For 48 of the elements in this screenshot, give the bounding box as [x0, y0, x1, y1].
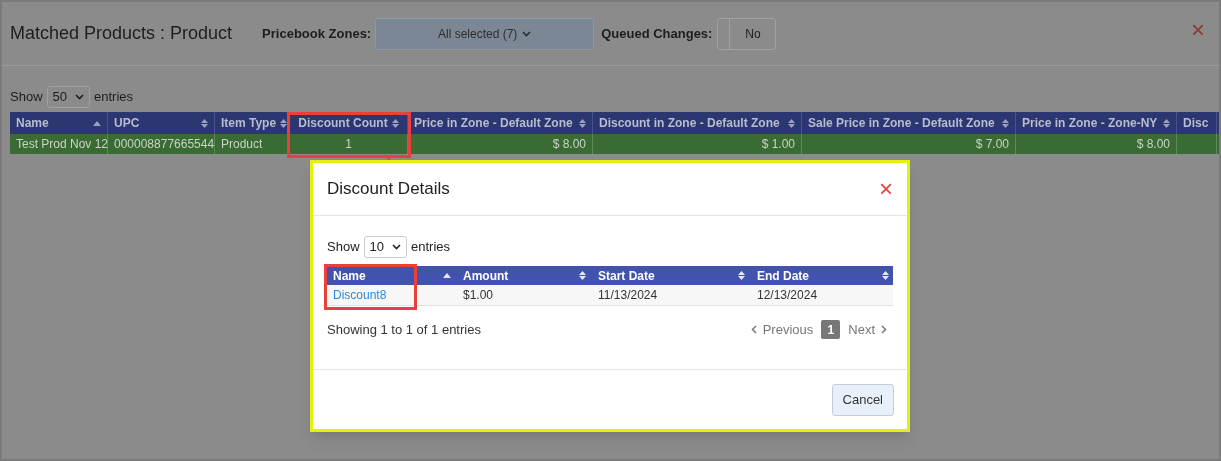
table-cell-text: Test Prod Nov 12 [16, 136, 109, 153]
close-button[interactable]: × [879, 177, 893, 201]
table-cell-text: $ 1.00 [761, 136, 795, 153]
table-cell-text: 12/13/2024 [757, 287, 818, 304]
entries-label: entries [94, 88, 134, 107]
cancel-button[interactable]: Cancel [831, 383, 894, 416]
table-cell-text: 000008877665544 [114, 136, 215, 153]
table-cell-text: $ 8.00 [552, 136, 586, 153]
previous-button[interactable]: Previous [762, 320, 814, 340]
column-header[interactable]: End Date [751, 266, 895, 285]
table-info: Showing 1 to 1 of 1 entries [327, 321, 481, 339]
entries-select[interactable]: 10 [363, 236, 407, 258]
chevron-down-icon [392, 244, 401, 250]
table-cell-text: $ 7.00 [975, 136, 1009, 153]
chevron-right-icon [881, 325, 887, 335]
sort-icon [391, 118, 399, 128]
chevron-down-icon [522, 30, 532, 37]
show-label: Show [327, 238, 360, 257]
table-row[interactable]: Test Prod Nov 12 000008877665544 Product 1 $ 8.00 $ 1.00 $ 7.00 $ 8.00 [10, 134, 1219, 154]
table-cell-text: 11/13/2024 [598, 287, 658, 304]
column-header[interactable]: Name [327, 266, 457, 285]
sort-icon [280, 118, 288, 128]
sort-icon [579, 118, 586, 128]
zones-label: Pricebook Zones: [262, 24, 372, 43]
sort-icon [1163, 118, 1170, 128]
chevron-down-icon [75, 94, 84, 100]
sort-icon [788, 118, 795, 128]
entries-label: entries [411, 238, 451, 257]
table-cell-text: $1.00 [463, 287, 494, 304]
next-button[interactable]: Next [848, 320, 875, 340]
queued-toggle[interactable]: No [717, 17, 777, 50]
column-header[interactable]: Start Date [592, 266, 751, 285]
table-cell-text: 1 [345, 136, 352, 153]
zones-dropdown[interactable]: All selected (7) [375, 17, 595, 50]
table-cell-text: Product [221, 136, 263, 153]
show-label: Show [10, 88, 43, 107]
entries-select[interactable]: 50 [46, 86, 90, 108]
chevron-left-icon [750, 325, 757, 335]
sort-icon [201, 118, 208, 128]
discount-link[interactable]: Discount8 [333, 286, 387, 304]
column-header[interactable]: Amount [457, 266, 592, 285]
page-title: Matched Products : Product [10, 22, 233, 45]
table-cell-text: $ 8.00 [1136, 136, 1170, 153]
sort-ascending-icon [93, 120, 101, 126]
dialog-title: Discount Details [327, 178, 450, 201]
sort-icon [1002, 118, 1009, 128]
queued-label: Queued Changes: [601, 24, 713, 43]
page-button[interactable]: 1 [821, 320, 841, 340]
